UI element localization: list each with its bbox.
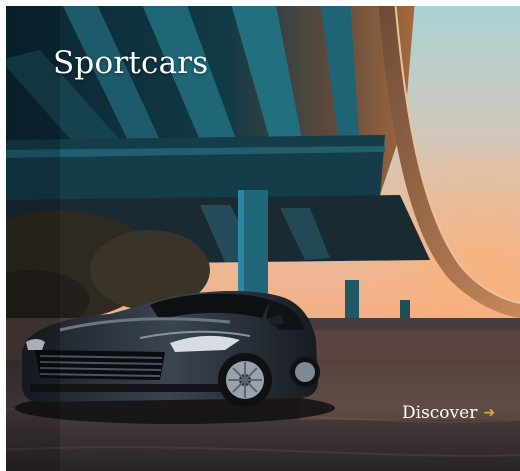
card-title: Sportcars (53, 45, 209, 81)
arrow-right-icon: ➜ (483, 405, 496, 421)
discover-label: Discover (402, 403, 478, 423)
discover-link[interactable]: Discover ➜ (402, 403, 495, 423)
sportcars-card[interactable]: Sportcars Discover ➜ (0, 0, 520, 471)
